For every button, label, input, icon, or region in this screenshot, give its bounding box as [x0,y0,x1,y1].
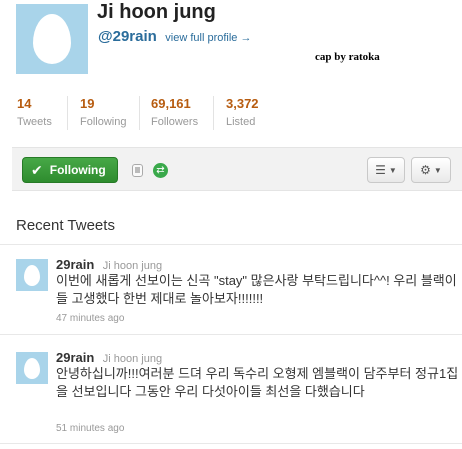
stat-following-value: 19 [80,96,95,111]
stat-followers-value: 69,161 [151,96,191,111]
view-full-profile-link[interactable]: view full profile → [165,32,251,44]
stat-followers-label: Followers [151,116,199,128]
list-menu-button[interactable]: ☰ ▼ [367,157,405,183]
stat-tweets[interactable]: 14 Tweets [17,96,52,128]
caret-down-icon: ▼ [433,165,442,175]
profile-avatar[interactable] [16,4,88,74]
stat-followers[interactable]: 69,161 Followers [151,96,198,128]
tweet-divider [0,334,462,335]
stat-following-label: Following [80,116,127,128]
timeline-divider [0,244,462,245]
stat-divider [213,96,214,130]
profile-display-name: Ji hoon jung [97,1,216,23]
stat-divider [139,96,140,130]
tweet-text: 이번에 새롭게 선보이는 신곡 "stay" 많은사랑 부탁드립니다^^! 우리… [56,273,457,306]
stat-divider [67,96,68,130]
tweet-handle[interactable]: 29rain [56,350,94,365]
profile-handle-line: @29rain view full profile → [98,28,251,46]
caret-down-icon: ▼ [388,165,397,175]
list-icon: ☰ [375,163,386,177]
following-button-label: Following [49,163,106,177]
tweet-avatar[interactable] [16,352,48,384]
tweet-avatar[interactable] [16,259,48,291]
default-egg-avatar-icon [24,264,40,286]
tweet-divider [0,443,462,444]
default-egg-avatar-icon [33,14,71,64]
stat-tweets-value: 14 [17,96,32,111]
profile-handle[interactable]: @29rain [98,28,157,45]
settings-menu-button[interactable]: ⚙ ▼ [411,157,451,183]
stat-listed-label: Listed [226,116,256,128]
stat-listed[interactable]: 3,372 Listed [226,96,259,128]
tweet-author-name[interactable]: Ji hoon jung [103,353,162,365]
following-button[interactable]: ✔ Following [22,157,118,183]
tweet-author-name[interactable]: Ji hoon jung [103,260,162,272]
default-egg-avatar-icon [24,357,40,379]
stat-listed-value: 3,372 [226,96,259,111]
tweet-handle[interactable]: 29rain [56,257,94,272]
recent-tweets-title: Recent Tweets [16,217,115,234]
tweet-timestamp[interactable]: 51 minutes ago [56,423,124,434]
caption-watermark: cap by ratoka [315,51,380,63]
stat-following[interactable]: 19 Following [80,96,126,128]
phone-icon[interactable] [132,164,143,177]
check-icon: ✔ [31,161,43,178]
gear-icon: ⚙ [420,163,431,177]
tweet-timestamp[interactable]: 47 minutes ago [56,313,124,324]
retweet-icon[interactable]: ⇄ [153,163,168,178]
tweet-text: 안녕하십니까!!!여러분 드뎌 우리 독수리 오형제 엠블랙이 담주부터 정규1… [56,366,459,399]
stat-tweets-label: Tweets [17,116,52,128]
